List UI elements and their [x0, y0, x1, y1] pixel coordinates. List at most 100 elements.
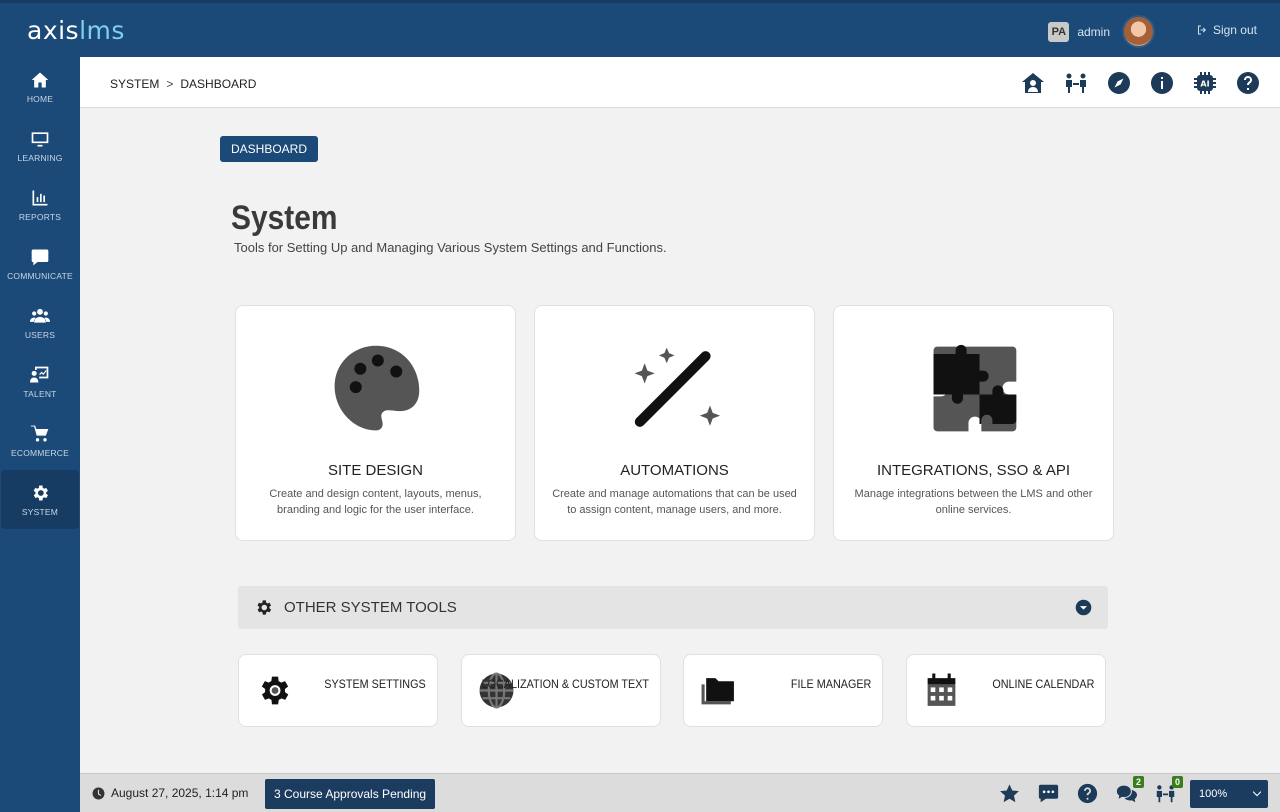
footer-icons: 2 0 — [999, 776, 1183, 804]
tool-label: FILE MANAGER — [790, 677, 871, 691]
connect-icon — [1065, 73, 1086, 93]
sidebar-item-learning[interactable]: LEARNING — [1, 116, 79, 175]
monitor-icon — [31, 131, 49, 146]
sign-out-icon — [1197, 25, 1206, 35]
user-name[interactable]: admin — [1077, 25, 1110, 39]
help-button[interactable] — [1235, 70, 1260, 95]
file-manager-tool[interactable]: FILE MANAGER — [683, 654, 883, 727]
sidebar-item-reports[interactable]: REPORTS — [1, 175, 79, 234]
other-tools-label: OTHER SYSTEM TOOLS — [284, 599, 457, 616]
card-description: Create and manage automations that can b… — [552, 488, 797, 516]
calendar-icon — [927, 673, 956, 706]
card-description: Create and design content, layouts, menu… — [269, 488, 482, 516]
site-design-card[interactable]: SITE DESIGN Create and design content, l… — [235, 305, 516, 541]
star-icon — [1000, 784, 1019, 803]
help-icon — [1077, 783, 1098, 804]
sidebar-item-home[interactable]: HOME — [1, 57, 79, 116]
sidebar-item-talent[interactable]: TALENT — [1, 352, 79, 411]
tool-label: LOCALIZATION & CUSTOM TEXT — [481, 677, 649, 691]
sidebar-item-label: SYSTEM — [21, 506, 59, 517]
help-button[interactable] — [1077, 783, 1098, 804]
footer-date-text: August 27, 2025, 1:14 pm — [111, 786, 249, 800]
user-initials-badge: PA — [1048, 21, 1070, 42]
home-icon — [31, 72, 49, 87]
app-logo[interactable]: axislms — [27, 16, 125, 45]
magic-wand-icon — [634, 347, 720, 427]
system-settings-tool[interactable]: SYSTEM SETTINGS — [238, 654, 438, 727]
card-icon-wrap — [535, 339, 814, 439]
user-menu[interactable]: PA admin — [1048, 15, 1155, 48]
home-user-button[interactable] — [1020, 70, 1045, 95]
sidebar-item-label: LEARNING — [17, 152, 63, 163]
header-toolbar: AI — [1020, 70, 1260, 95]
chat-icon — [31, 249, 49, 265]
connections-count-badge: 0 — [1171, 776, 1183, 788]
favorites-button[interactable] — [999, 783, 1020, 804]
breadcrumb-current: DASHBOARD — [180, 77, 257, 91]
svg-text:AI: AI — [1200, 79, 1209, 88]
tool-label: ONLINE CALENDAR — [991, 677, 1094, 691]
users-icon — [30, 308, 50, 323]
sidebar-item-label: REPORTS — [18, 211, 62, 222]
page-title: System — [231, 199, 338, 237]
palette-icon — [334, 345, 419, 431]
automations-card[interactable]: AUTOMATIONS Create and manage automation… — [534, 305, 815, 541]
tool-label: SYSTEM SETTINGS — [324, 677, 426, 691]
online-calendar-tool[interactable]: ONLINE CALENDAR — [906, 654, 1106, 727]
messages-button[interactable]: 2 — [1116, 776, 1144, 804]
gear-icon — [257, 600, 272, 615]
breadcrumb-bar: SYSTEM > DASHBOARD AI — [80, 57, 1280, 108]
card-icon-wrap — [236, 339, 515, 439]
feedback-icon — [1038, 784, 1059, 803]
connections-button[interactable]: 0 — [1155, 776, 1183, 804]
help-icon — [1236, 71, 1259, 94]
home-user-icon — [1021, 72, 1044, 93]
sidebar-item-system[interactable]: SYSTEM — [1, 470, 79, 529]
sign-out-button[interactable]: Sign out — [1196, 23, 1257, 37]
sidebar-item-users[interactable]: USERS — [1, 293, 79, 352]
breadcrumb: SYSTEM > DASHBOARD — [110, 77, 256, 91]
card-title: SITE DESIGN — [327, 462, 424, 479]
gear-icon — [261, 676, 289, 705]
compass-button[interactable] — [1106, 70, 1131, 95]
footer-bar: August 27, 2025, 1:14 pm 3 Course Approv… — [80, 773, 1280, 812]
sidebar-item-communicate[interactable]: COMMUNICATE — [1, 234, 79, 293]
chart-icon — [32, 190, 48, 205]
card-description: Manage integrations between the LMS and … — [854, 488, 1093, 516]
top-bar: axislms PA admin Sign out — [0, 0, 1280, 57]
gear-icon — [33, 485, 48, 500]
sidebar: HOME LEARNING REPORTS COMMUNICATE USERS … — [0, 57, 80, 812]
connect-button[interactable] — [1063, 70, 1088, 95]
sign-out-label: Sign out — [1212, 23, 1257, 37]
page-subtitle: Tools for Setting Up and Managing Variou… — [234, 240, 667, 255]
info-button[interactable] — [1149, 70, 1174, 95]
sidebar-item-label: TALENT — [23, 388, 57, 399]
sidebar-item-ecommerce[interactable]: ECOMMERCE — [1, 411, 79, 470]
sidebar-item-label: HOME — [26, 93, 54, 104]
ai-chip-icon: AI — [1193, 71, 1216, 94]
footer-date: August 27, 2025, 1:14 pm — [92, 786, 248, 800]
cart-icon — [30, 425, 49, 441]
integrations-card[interactable]: INTEGRATIONS, SSO & API Manage integrati… — [833, 305, 1114, 541]
info-icon — [1150, 71, 1173, 94]
avatar[interactable] — [1122, 15, 1155, 48]
feedback-button[interactable] — [1038, 783, 1059, 804]
talent-icon — [30, 366, 49, 382]
card-title: INTEGRATIONS, SSO & API — [876, 462, 1071, 479]
puzzle-icon — [933, 344, 1016, 432]
sidebar-item-label: COMMUNICATE — [7, 270, 73, 281]
sidebar-item-label: USERS — [24, 329, 56, 340]
compass-icon — [1107, 71, 1130, 94]
breadcrumb-root[interactable]: SYSTEM — [110, 77, 159, 91]
zoom-value: 100% — [1199, 788, 1228, 800]
ai-button[interactable]: AI — [1192, 70, 1217, 95]
chevron-down-icon — [1075, 599, 1092, 616]
dashboard-tag[interactable]: DASHBOARD — [220, 136, 319, 162]
localization-tool[interactable]: LOCALIZATION & CUSTOM TEXT — [461, 654, 661, 727]
folder-icon — [701, 678, 734, 705]
course-approvals-button[interactable]: 3 Course Approvals Pending — [265, 779, 436, 809]
other-system-tools-toggle[interactable]: OTHER SYSTEM TOOLS — [238, 586, 1108, 629]
breadcrumb-separator: > — [166, 77, 174, 91]
messages-count-badge: 2 — [1132, 776, 1144, 788]
zoom-select[interactable]: 100% — [1190, 780, 1268, 808]
